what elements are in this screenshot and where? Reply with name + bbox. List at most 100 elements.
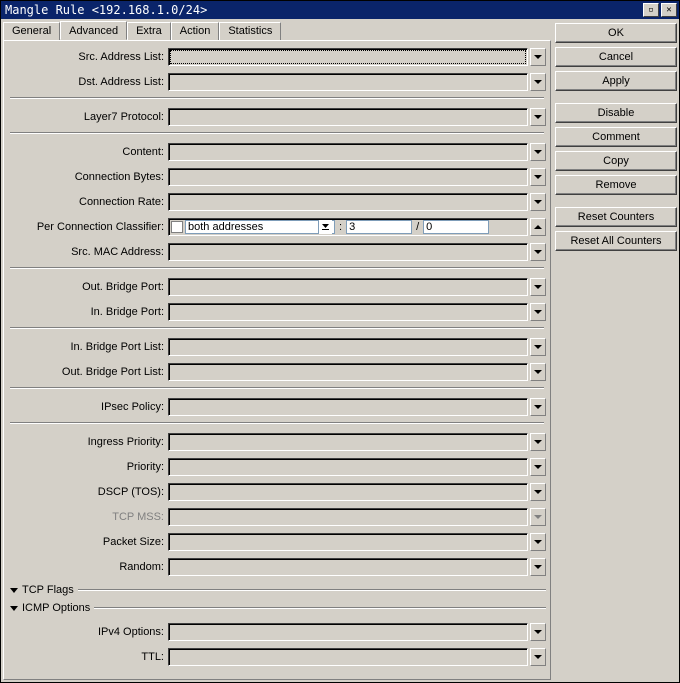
expand-icon[interactable] <box>530 338 546 356</box>
expand-icon[interactable] <box>530 168 546 186</box>
input-connection-bytes[interactable] <box>168 168 528 186</box>
input-random[interactable] <box>168 558 528 576</box>
section-tcp-flags[interactable]: TCP Flags <box>8 582 546 598</box>
mangle-rule-window: Mangle Rule <192.168.1.0/24> ▫ ✕ General… <box>0 0 680 683</box>
row-packet-size: Packet Size: <box>8 532 546 552</box>
row-connection-bytes: Connection Bytes: <box>8 167 546 187</box>
expand-icon[interactable] <box>530 363 546 381</box>
label-ttl: TTL: <box>8 651 168 663</box>
chevron-down-icon <box>10 606 18 611</box>
label-priority: Priority: <box>8 461 168 473</box>
expand-icon[interactable] <box>530 533 546 551</box>
input-ipv4-options[interactable] <box>168 623 528 641</box>
input-in-bridge-port-list[interactable] <box>168 338 528 356</box>
input-layer7[interactable] <box>168 108 528 126</box>
label-content: Content: <box>8 146 168 158</box>
input-connection-rate[interactable] <box>168 193 528 211</box>
input-packet-size[interactable] <box>168 533 528 551</box>
pcc-mode-select[interactable]: both addresses <box>185 220 335 234</box>
input-content[interactable] <box>168 143 528 161</box>
remove-button[interactable]: Remove <box>555 175 677 195</box>
window-title: Mangle Rule <192.168.1.0/24> <box>3 3 643 17</box>
field-tcp-mss <box>168 508 546 526</box>
comment-button[interactable]: Comment <box>555 127 677 147</box>
field-connection-bytes <box>168 168 546 186</box>
ok-button[interactable]: OK <box>555 23 677 43</box>
tab-advanced[interactable]: Advanced <box>60 21 127 40</box>
input-ipsec-policy[interactable] <box>168 398 528 416</box>
expand-icon[interactable] <box>530 648 546 666</box>
expand-icon[interactable] <box>530 303 546 321</box>
field-ipv4-options <box>168 623 546 641</box>
pcc-invert-checkbox[interactable] <box>171 221 183 233</box>
row-ipsec-policy: IPsec Policy: <box>8 397 546 417</box>
copy-button[interactable]: Copy <box>555 151 677 171</box>
expand-icon[interactable] <box>530 398 546 416</box>
input-in-bridge-port[interactable] <box>168 303 528 321</box>
field-pcc: both addresses : / <box>168 218 546 236</box>
input-ingress-priority[interactable] <box>168 433 528 451</box>
label-random: Random: <box>8 561 168 573</box>
row-dst-address-list: Dst. Address List: <box>8 72 546 92</box>
field-dst-address-list <box>168 73 546 91</box>
tab-statistics[interactable]: Statistics <box>219 22 281 41</box>
row-connection-rate: Connection Rate: <box>8 192 546 212</box>
expand-icon[interactable] <box>530 278 546 296</box>
tab-extra[interactable]: Extra <box>127 22 171 41</box>
input-src-address-list[interactable] <box>168 48 528 66</box>
label-in-bridge-port-list: In. Bridge Port List: <box>8 341 168 353</box>
expand-icon[interactable] <box>530 48 546 66</box>
titlebar-buttons: ▫ ✕ <box>643 3 677 17</box>
field-src-address-list <box>168 48 546 66</box>
expand-icon[interactable] <box>530 243 546 261</box>
label-pcc: Per Connection Classifier: <box>8 221 168 233</box>
row-out-bridge-port: Out. Bridge Port: <box>8 277 546 297</box>
pcc-remainder-input[interactable] <box>423 220 489 234</box>
field-connection-rate <box>168 193 546 211</box>
expand-icon[interactable] <box>530 73 546 91</box>
expand-icon[interactable] <box>530 558 546 576</box>
row-priority: Priority: <box>8 457 546 477</box>
expand-icon[interactable] <box>530 108 546 126</box>
separator <box>78 589 546 591</box>
chevron-down-icon[interactable] <box>318 220 332 234</box>
apply-button[interactable]: Apply <box>555 71 677 91</box>
cancel-button[interactable]: Cancel <box>555 47 677 67</box>
input-src-mac[interactable] <box>168 243 528 261</box>
expand-icon[interactable] <box>530 623 546 641</box>
pcc-container: both addresses : / <box>168 218 528 236</box>
pcc-divisor-input[interactable] <box>346 220 412 234</box>
expand-icon[interactable] <box>530 143 546 161</box>
separator <box>10 132 544 134</box>
button-separator <box>555 199 677 203</box>
field-in-bridge-port <box>168 303 546 321</box>
minimize-button[interactable]: ▫ <box>643 3 659 17</box>
input-out-bridge-port[interactable] <box>168 278 528 296</box>
close-button[interactable]: ✕ <box>661 3 677 17</box>
separator <box>10 422 544 424</box>
row-out-bridge-port-list: Out. Bridge Port List: <box>8 362 546 382</box>
tab-action[interactable]: Action <box>171 22 220 41</box>
disable-button[interactable]: Disable <box>555 103 677 123</box>
expand-icon[interactable] <box>530 483 546 501</box>
reset-counters-button[interactable]: Reset Counters <box>555 207 677 227</box>
expand-icon[interactable] <box>530 458 546 476</box>
label-packet-size: Packet Size: <box>8 536 168 548</box>
input-ttl[interactable] <box>168 648 528 666</box>
expand-icon[interactable] <box>530 193 546 211</box>
input-priority[interactable] <box>168 458 528 476</box>
reset-all-counters-button[interactable]: Reset All Counters <box>555 231 677 251</box>
field-out-bridge-port-list <box>168 363 546 381</box>
collapse-icon[interactable] <box>530 218 546 236</box>
expand-icon[interactable] <box>530 433 546 451</box>
label-ipv4-options: IPv4 Options: <box>8 626 168 638</box>
input-dst-address-list[interactable] <box>168 73 528 91</box>
field-packet-size <box>168 533 546 551</box>
separator <box>10 97 544 99</box>
field-dscp <box>168 483 546 501</box>
tab-general[interactable]: General <box>3 22 60 41</box>
input-out-bridge-port-list[interactable] <box>168 363 528 381</box>
section-icmp-options[interactable]: ICMP Options <box>8 600 546 616</box>
input-dscp[interactable] <box>168 483 528 501</box>
label-out-bridge-port-list: Out. Bridge Port List: <box>8 366 168 378</box>
